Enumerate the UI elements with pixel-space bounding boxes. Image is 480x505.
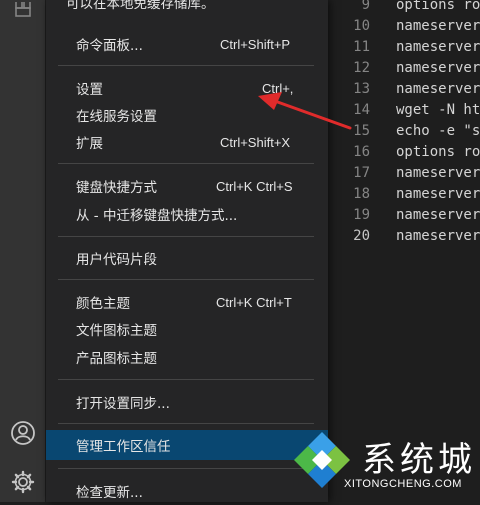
watermark-url: XITONGCHENG.COM xyxy=(344,478,462,490)
watermark-name: 系统城 xyxy=(362,440,476,480)
watermark-logo-icon xyxy=(294,432,350,488)
watermark: 系统城 XITONGCHENG.COM xyxy=(290,426,480,502)
